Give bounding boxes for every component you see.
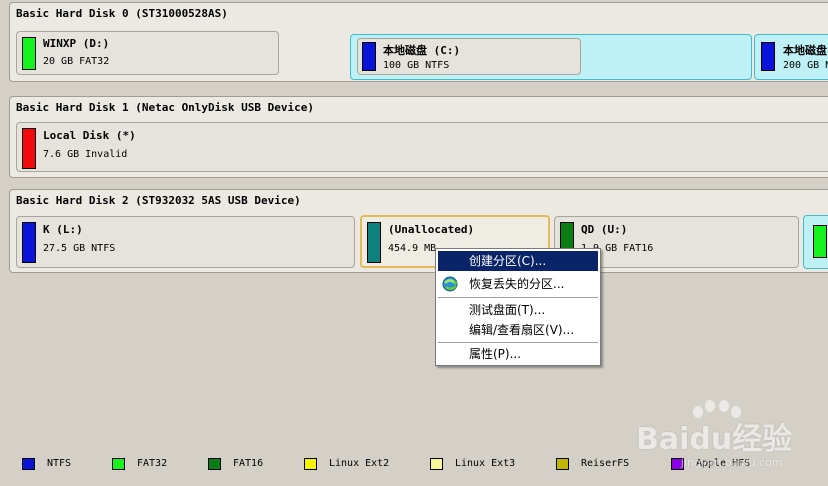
legend-label: FAT16 xyxy=(233,458,264,469)
legend-swatch xyxy=(556,458,569,470)
legend-label: ReiserFS xyxy=(581,458,630,469)
partition-winxp-d[interactable]: WINXP (D:) 20 GB FAT32 xyxy=(16,31,279,75)
legend-label: NTFS xyxy=(47,458,72,469)
fs-color-swatch xyxy=(761,42,775,71)
partition-info: 454.9 MB xyxy=(388,243,437,254)
fs-color-swatch xyxy=(813,225,827,258)
partition-c[interactable]: 本地磁盘 (C:) 100 GB NTFS xyxy=(357,38,581,75)
menu-item-properties[interactable]: 属性(P)... xyxy=(438,344,598,364)
legend-swatch xyxy=(112,458,125,470)
menu-item-label: 编辑/查看扇区(V)... xyxy=(469,323,575,337)
partition-name: WINXP (D:) xyxy=(43,37,110,50)
partition-name: 本地磁盘 xyxy=(783,44,827,57)
partition-info: 20 GB FAT32 xyxy=(43,56,110,67)
menu-item-create-partition[interactable]: 创建分区(C)... xyxy=(438,251,598,271)
context-menu: 创建分区(C)... 恢复丢失的分区... 测试盘面(T)... 编辑/查看扇区… xyxy=(435,248,601,366)
menu-item-label: 属性(P)... xyxy=(469,347,522,361)
baidu-watermark: Baidu经验 jingyan.baidu.com xyxy=(636,398,826,478)
partition-info: 200 GB N xyxy=(783,60,828,71)
menu-item-edit-sectors[interactable]: 编辑/查看扇区(V)... xyxy=(438,320,598,340)
menu-item-label: 创建分区(C)... xyxy=(469,254,547,268)
partition-name: QD (U:) xyxy=(581,223,628,236)
legend-swatch xyxy=(430,458,443,470)
disk-1-panel: Basic Hard Disk 1 (Netac OnlyDisk USB De… xyxy=(9,96,828,178)
partition-info: 100 GB NTFS xyxy=(383,60,450,71)
partition-info: 7.6 GB Invalid xyxy=(43,149,128,160)
menu-separator xyxy=(438,342,598,343)
menu-separator xyxy=(438,297,598,298)
partition-local-disk-frame[interactable]: 本地磁盘 200 GB N xyxy=(754,34,828,80)
partition-info: 27.5 GB NTFS xyxy=(43,243,116,254)
disk-2-panel: Basic Hard Disk 2 (ST932032 5AS USB Devi… xyxy=(9,189,828,273)
partition-name: Local Disk (*) xyxy=(43,129,136,142)
disk-0-title: Basic Hard Disk 0 (ST31000528AS) xyxy=(16,7,228,20)
fs-color-swatch xyxy=(367,222,381,263)
menu-item-recover-partitions[interactable]: 恢复丢失的分区... xyxy=(438,274,598,294)
partition-local-disk-invalid[interactable]: Local Disk (*) 7.6 GB Invalid xyxy=(16,122,828,172)
disk-0-panel: Basic Hard Disk 0 (ST31000528AS) WINXP (… xyxy=(9,2,828,82)
partition-k-l[interactable]: K (L:) 27.5 GB NTFS xyxy=(16,216,355,268)
menu-item-label: 测试盘面(T)... xyxy=(469,303,546,317)
menu-item-test-surface[interactable]: 测试盘面(T)... xyxy=(438,300,598,320)
fs-color-swatch xyxy=(22,37,36,70)
partition-c-selected-frame[interactable]: 本地磁盘 (C:) 100 GB NTFS xyxy=(350,34,752,80)
fs-color-swatch xyxy=(22,128,36,169)
partition-offscreen-frame[interactable] xyxy=(803,215,828,269)
partition-name: 本地磁盘 (C:) xyxy=(383,44,461,57)
legend-swatch xyxy=(304,458,317,470)
legend-swatch xyxy=(22,458,35,470)
fs-color-swatch xyxy=(362,42,376,71)
disk-1-title: Basic Hard Disk 1 (Netac OnlyDisk USB De… xyxy=(16,101,315,114)
legend-label: Linux Ext3 xyxy=(455,458,516,469)
fs-color-swatch xyxy=(22,222,36,263)
disk-2-title: Basic Hard Disk 2 (ST932032 5AS USB Devi… xyxy=(16,194,301,207)
watermark-text: Baidu经验 xyxy=(636,422,793,457)
legend-label: FAT32 xyxy=(137,458,168,469)
partition-name: (Unallocated) xyxy=(388,223,475,236)
legend-swatch xyxy=(208,458,221,470)
menu-item-label: 恢复丢失的分区... xyxy=(469,277,565,291)
legend-label: Linux Ext2 xyxy=(329,458,390,469)
recover-icon xyxy=(442,276,458,292)
watermark-sub: jingyan.baidu.com xyxy=(681,456,783,469)
partition-name: K (L:) xyxy=(43,223,83,236)
